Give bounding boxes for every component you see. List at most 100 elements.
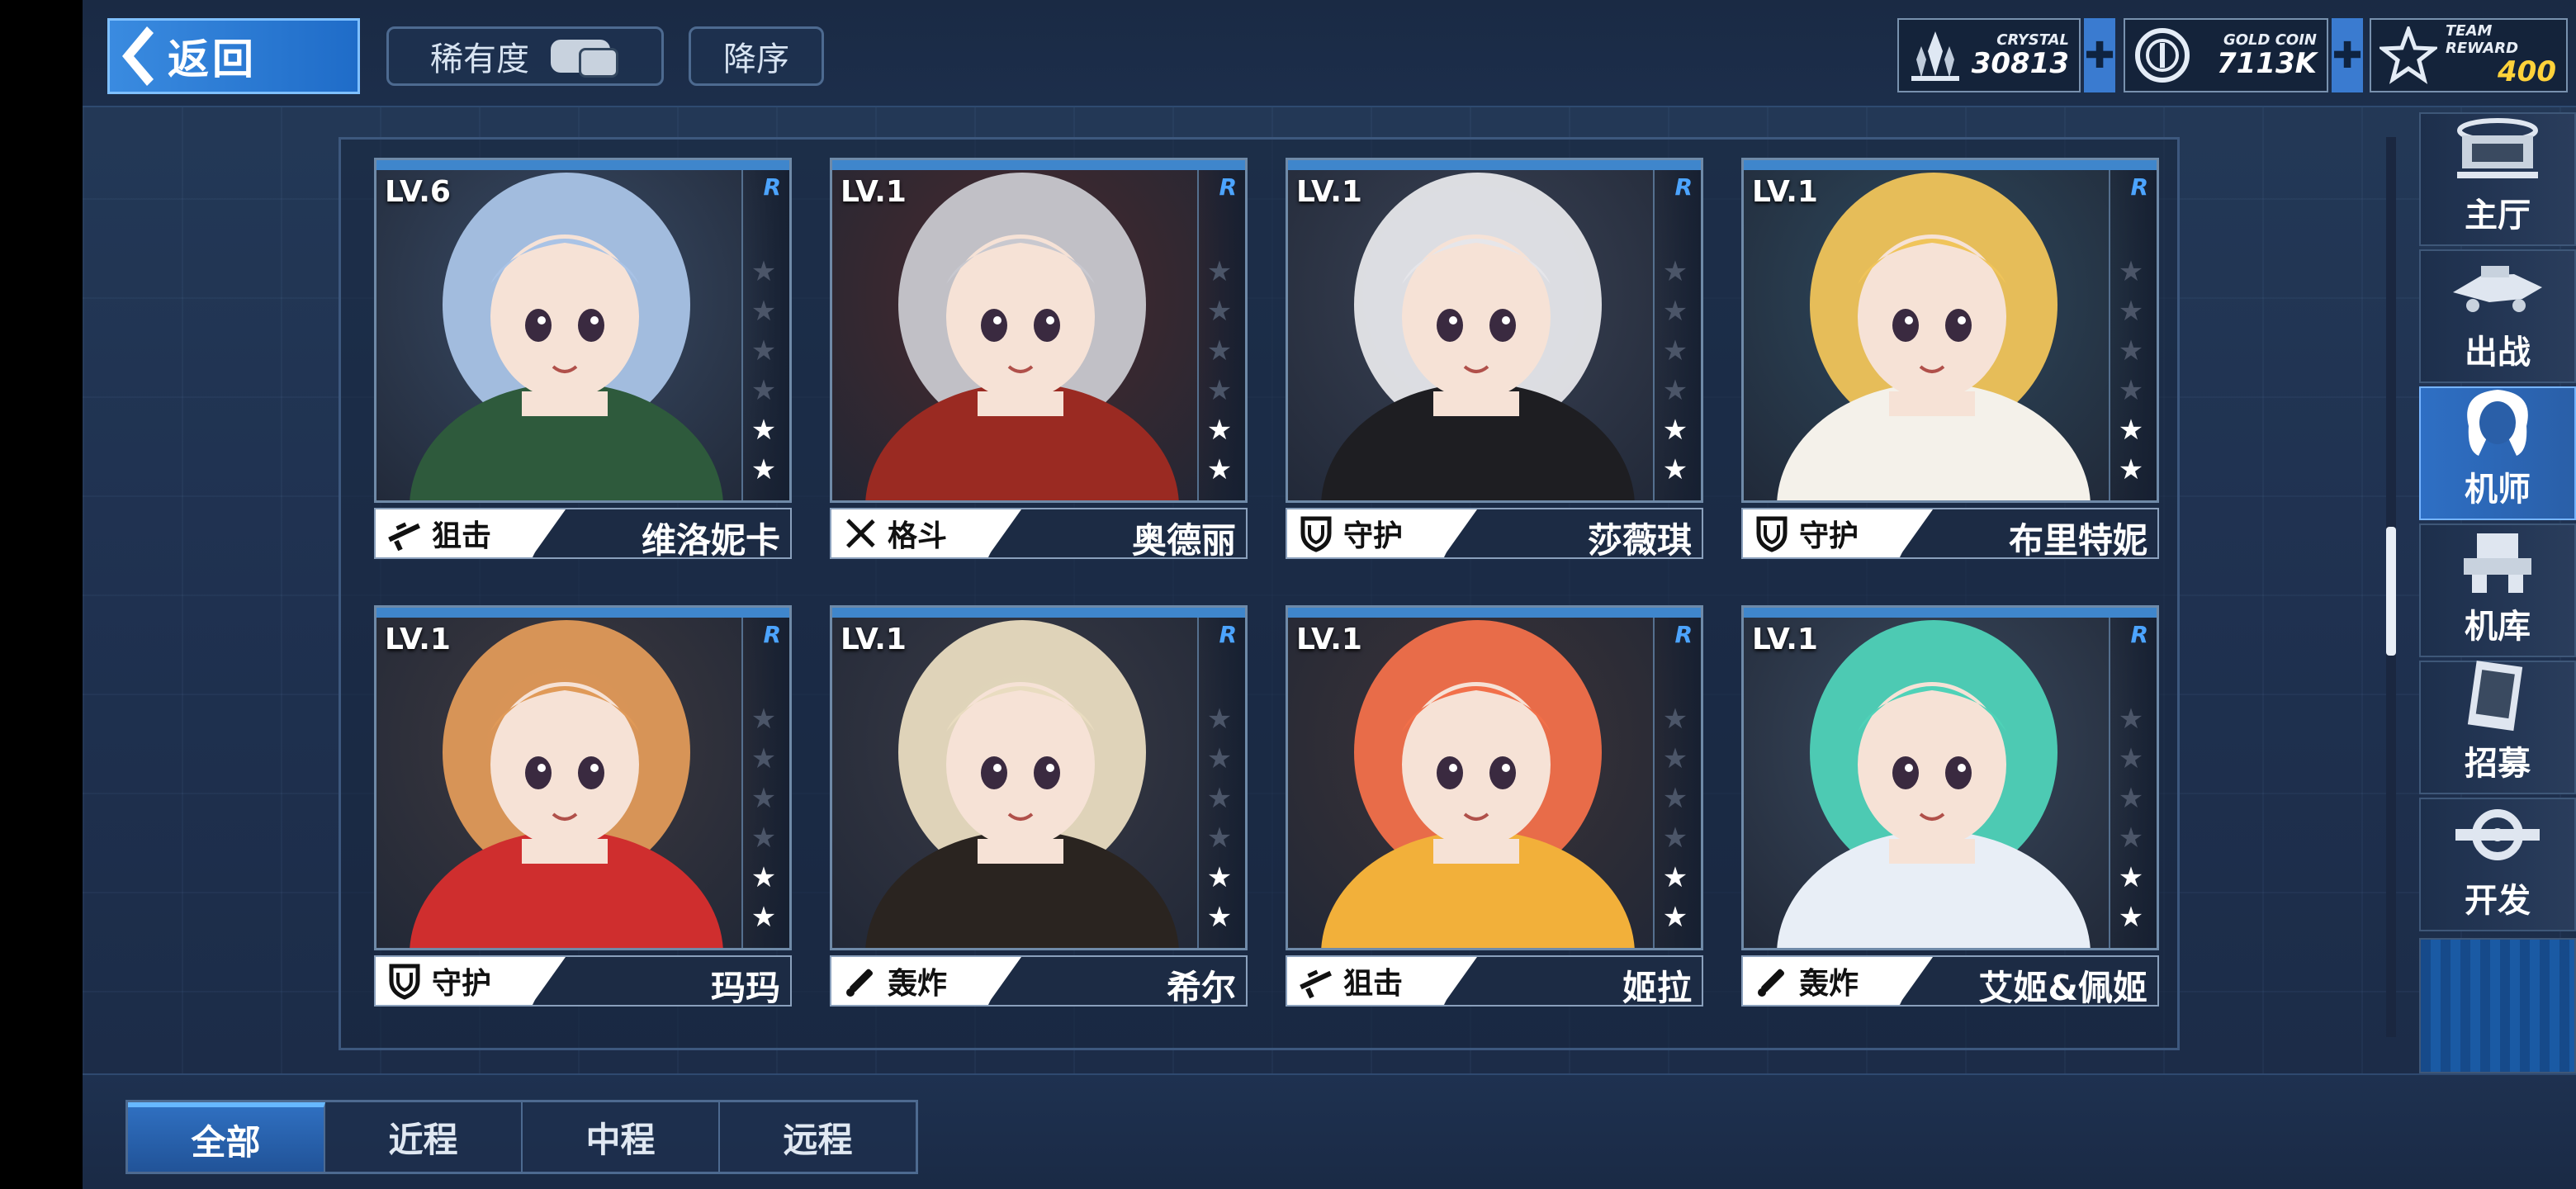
star-icon: ★ xyxy=(1206,414,1233,447)
shield-icon xyxy=(384,960,425,1002)
rarity-badge: R xyxy=(2130,173,2148,201)
pilot-name: 艾姬&佩姬 xyxy=(1978,968,2147,1008)
star-icon: ★ xyxy=(2118,255,2144,288)
pilot-level: LV.1 xyxy=(1752,623,1818,656)
nav-item[interactable]: 机师 xyxy=(2419,386,2576,520)
shield-icon xyxy=(1295,513,1337,554)
pilot-class-label: 狙击 xyxy=(432,519,492,553)
star-icon: ★ xyxy=(751,295,777,328)
range-tab[interactable]: 全部 xyxy=(128,1102,325,1172)
star-icon: ★ xyxy=(1662,255,1688,288)
pilot-card[interactable]: LV.1 R ★ ★ ★ ★ ★ ★ 轰炸 艾姬&佩姬 xyxy=(1741,605,2159,1018)
card-top-strip xyxy=(1744,160,2157,170)
pilot-class-label: 守护 xyxy=(1799,519,1859,553)
pilot-card[interactable]: LV.1 R ★ ★ ★ ★ ★ ★ 守护 莎薇琪 xyxy=(1286,158,1703,571)
range-filter-tabs: 全部 近程 中程 远程 xyxy=(125,1100,918,1174)
card-top-strip xyxy=(376,608,789,618)
star-icon: ★ xyxy=(1206,782,1233,815)
nav-item[interactable]: 开发 xyxy=(2419,798,2576,931)
pilot-portrait: LV.1 R ★ ★ ★ ★ ★ ★ xyxy=(830,158,1248,503)
back-button[interactable]: 返回 xyxy=(107,18,360,94)
star-icon: ★ xyxy=(1662,453,1688,486)
star-icon: ★ xyxy=(1206,703,1233,736)
pilot-level: LV.1 xyxy=(1296,175,1362,209)
nav-item[interactable]: 机库 xyxy=(2419,523,2576,657)
bottom-bar: 全部 近程 中程 远程 xyxy=(83,1073,2576,1189)
card-top-strip xyxy=(376,160,789,170)
rarity-badge: R xyxy=(2130,621,2148,648)
star-icon: ★ xyxy=(1662,334,1688,367)
star-icon: ★ xyxy=(1662,374,1688,407)
add-crystal-button[interactable]: ✚ xyxy=(2084,18,2115,92)
nav-item[interactable]: 出战 xyxy=(2419,249,2576,383)
pilot-level: LV.1 xyxy=(1296,623,1362,656)
star-icon: ★ xyxy=(751,374,777,407)
star-icon: ★ xyxy=(1206,901,1233,934)
add-gold-button[interactable]: ✚ xyxy=(2332,18,2363,92)
sniper-rifle-icon xyxy=(1295,960,1337,1002)
pilot-name: 维洛妮卡 xyxy=(641,520,780,561)
main-hall-icon xyxy=(2448,114,2547,185)
pilot-card[interactable]: LV.1 R ★ ★ ★ ★ ★ ★ 守护 玛玛 xyxy=(374,605,792,1018)
sortie-icon xyxy=(2448,251,2547,322)
toggle-icon xyxy=(551,40,618,78)
star-icon: ★ xyxy=(751,414,777,447)
star-icon: ★ xyxy=(1662,703,1688,736)
pilot-name: 姬拉 xyxy=(1622,968,1692,1008)
pilot-name: 布里特妮 xyxy=(2008,520,2147,561)
pilot-card[interactable]: LV.1 R ★ ★ ★ ★ ★ ★ 格斗 奥德丽 xyxy=(830,158,1248,571)
star-icon: ★ xyxy=(1206,334,1233,367)
crystal-value: 30813 xyxy=(1971,46,2069,80)
scrollbar-thumb[interactable] xyxy=(2386,527,2396,656)
range-tab[interactable]: 中程 xyxy=(523,1102,720,1172)
pilot-illustration xyxy=(1321,620,1635,948)
star-icon: ★ xyxy=(1662,782,1688,815)
pilot-name: 莎薇琪 xyxy=(1587,520,1692,561)
nav-label: 招募 xyxy=(2465,745,2531,783)
sort-order-label: 降序 xyxy=(723,40,789,78)
chevron-left-icon xyxy=(110,18,159,94)
rarity-badge: R xyxy=(763,621,781,648)
pilot-roster-screen: 返回 稀有度 降序 CRYSTAL 30813 ✚ GOLD COIN 7113… xyxy=(83,0,2576,1189)
crystal-icon xyxy=(1899,20,1972,91)
pilot-info-bar: 轰炸 希尔 xyxy=(830,955,1248,1008)
nav-item[interactable]: 主厅 xyxy=(2419,112,2576,246)
rarity-sort-button[interactable]: 稀有度 xyxy=(386,26,664,86)
pilot-card[interactable]: LV.1 R ★ ★ ★ ★ ★ ★ 轰炸 希尔 xyxy=(830,605,1248,1018)
pilot-info-bar: 狙击 姬拉 xyxy=(1286,955,1703,1008)
rarity-badge: R xyxy=(1219,173,1237,201)
crystal-caption: CRYSTAL xyxy=(1996,31,2069,49)
pilot-level: LV.1 xyxy=(385,623,451,656)
pilot-level: LV.1 xyxy=(841,623,907,656)
nav-label: 开发 xyxy=(2465,882,2531,920)
card-top-strip xyxy=(832,160,1245,170)
pilot-card[interactable]: LV.1 R ★ ★ ★ ★ ★ ★ 狙击 姬拉 xyxy=(1286,605,1703,1018)
minimap-panel[interactable] xyxy=(2419,938,2576,1073)
bomb-launcher-icon xyxy=(840,960,881,1002)
pilot-portrait: LV.1 R ★ ★ ★ ★ ★ ★ xyxy=(1741,605,2159,950)
star-icon: ★ xyxy=(1206,742,1233,775)
star-icon: ★ xyxy=(751,782,777,815)
range-tab[interactable]: 远程 xyxy=(720,1102,916,1172)
pilot-card[interactable]: LV.1 R ★ ★ ★ ★ ★ ★ 守护 布里特妮 xyxy=(1741,158,2159,571)
star-icon: ★ xyxy=(751,742,777,775)
pilot-card[interactable]: LV.6 R ★ ★ ★ ★ ★ ★ 狙击 维洛妮卡 xyxy=(374,158,792,571)
star-icon: ★ xyxy=(1662,822,1688,855)
star-icon: ★ xyxy=(1206,255,1233,288)
range-tab[interactable]: 近程 xyxy=(325,1102,523,1172)
pilot-class-label: 轰炸 xyxy=(1799,967,1859,1001)
star-icon: ★ xyxy=(1662,414,1688,447)
card-top-strip xyxy=(832,608,1245,618)
roster-scrollbar[interactable] xyxy=(2386,137,2396,1037)
team-reward-value: 400 xyxy=(2498,55,2556,88)
bomb-launcher-icon xyxy=(1751,960,1792,1002)
star-icon: ★ xyxy=(751,453,777,486)
pilot-portrait: LV.1 R ★ ★ ★ ★ ★ ★ xyxy=(1286,605,1703,950)
star-icon: ★ xyxy=(1206,374,1233,407)
nav-item[interactable]: 招募 xyxy=(2419,661,2576,794)
team-reward-caption: TEAM REWARD xyxy=(2446,22,2519,57)
star-icon: ★ xyxy=(2118,334,2144,367)
star-icon: ★ xyxy=(2118,742,2144,775)
shield-icon xyxy=(1751,513,1792,554)
sort-order-button[interactable]: 降序 xyxy=(689,26,824,86)
